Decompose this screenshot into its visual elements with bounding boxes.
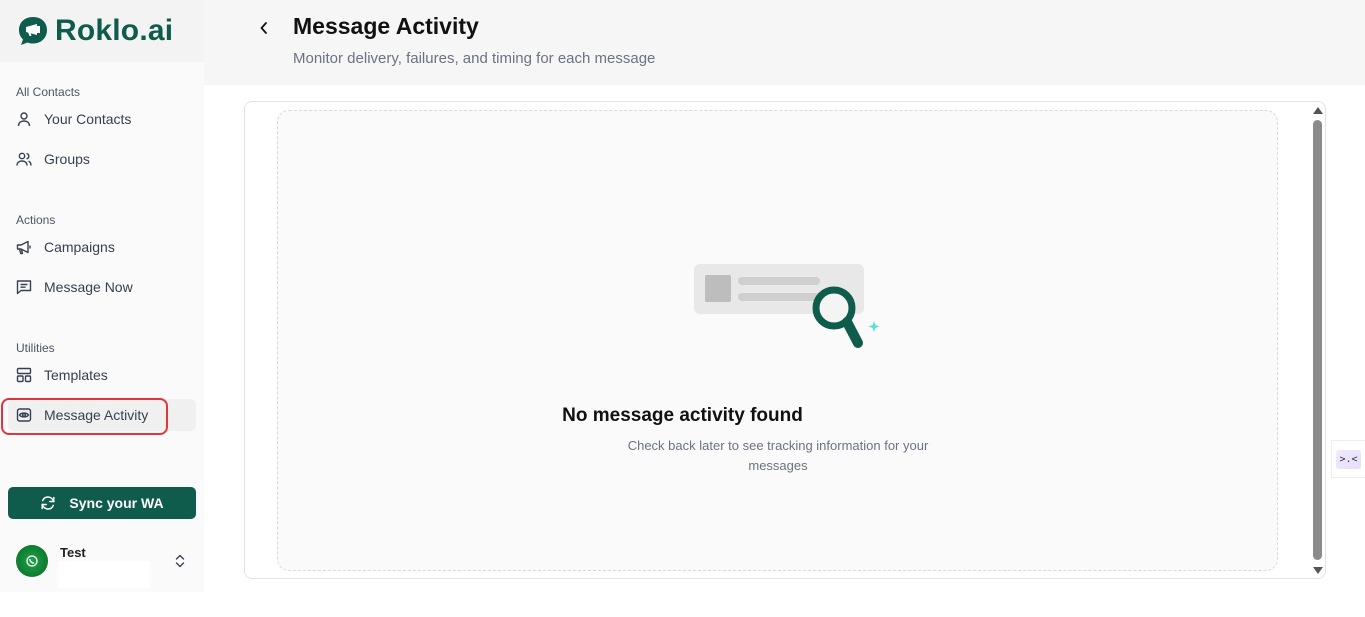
refresh-icon bbox=[40, 495, 56, 511]
sync-wa-button[interactable]: Sync your WA bbox=[8, 487, 196, 519]
logo-icon bbox=[17, 15, 49, 47]
chevron-left-icon bbox=[260, 22, 267, 34]
sidebar-item-label: Templates bbox=[44, 367, 108, 383]
sync-wa-label: Sync your WA bbox=[69, 495, 164, 511]
sidebar-item-label: Message Now bbox=[44, 279, 133, 295]
sidebar-item-label: Campaigns bbox=[44, 239, 115, 255]
floating-widget-button[interactable]: >.< bbox=[1331, 440, 1365, 478]
sidebar-item-label: Your Contacts bbox=[44, 111, 132, 127]
empty-state-description: Check back later to see tracking informa… bbox=[627, 438, 929, 473]
page-header: Message Activity Monitor delivery, failu… bbox=[204, 0, 1365, 85]
layout-template-icon bbox=[16, 367, 32, 383]
sidebar-item-groups[interactable]: Groups bbox=[8, 143, 196, 175]
sidebar-item-message-now[interactable]: Message Now bbox=[8, 271, 196, 303]
empty-state-title: No message activity found bbox=[562, 405, 803, 426]
brand-name: Roklo.ai bbox=[55, 14, 174, 47]
brand-logo[interactable]: Roklo.ai bbox=[0, 0, 204, 62]
widget-face-icon: >.< bbox=[1336, 449, 1361, 469]
sidebar: Roklo.ai All Contacts Your Contacts Grou… bbox=[0, 0, 204, 592]
user-name: Test bbox=[60, 545, 86, 560]
whatsapp-icon bbox=[26, 555, 38, 567]
chevrons-up-down-icon[interactable] bbox=[173, 553, 187, 574]
scrollbar-thumb[interactable] bbox=[1313, 120, 1322, 560]
sidebar-item-your-contacts[interactable]: Your Contacts bbox=[8, 103, 196, 135]
page-title: Message Activity bbox=[293, 13, 479, 39]
user-icon bbox=[16, 111, 32, 127]
user-menu[interactable]: Test bbox=[0, 540, 204, 592]
avatar bbox=[16, 545, 48, 577]
scroll-up-arrow-icon[interactable] bbox=[1313, 107, 1323, 114]
section-label-actions: Actions bbox=[16, 213, 56, 227]
message-square-icon bbox=[16, 279, 32, 295]
user-email-redacted bbox=[58, 561, 150, 588]
scroll-down-arrow-icon[interactable] bbox=[1313, 567, 1323, 574]
sidebar-item-campaigns[interactable]: Campaigns bbox=[8, 231, 196, 263]
section-label-utilities: Utilities bbox=[16, 341, 55, 355]
back-button[interactable] bbox=[254, 18, 274, 38]
sidebar-item-templates[interactable]: Templates bbox=[8, 359, 196, 391]
section-label-all-contacts: All Contacts bbox=[16, 85, 81, 99]
sidebar-item-label: Groups bbox=[44, 151, 90, 167]
users-icon bbox=[16, 151, 32, 167]
page-subtitle: Monitor delivery, failures, and timing f… bbox=[293, 50, 656, 67]
empty-search-illustration-icon bbox=[690, 260, 882, 352]
megaphone-icon bbox=[16, 239, 32, 255]
